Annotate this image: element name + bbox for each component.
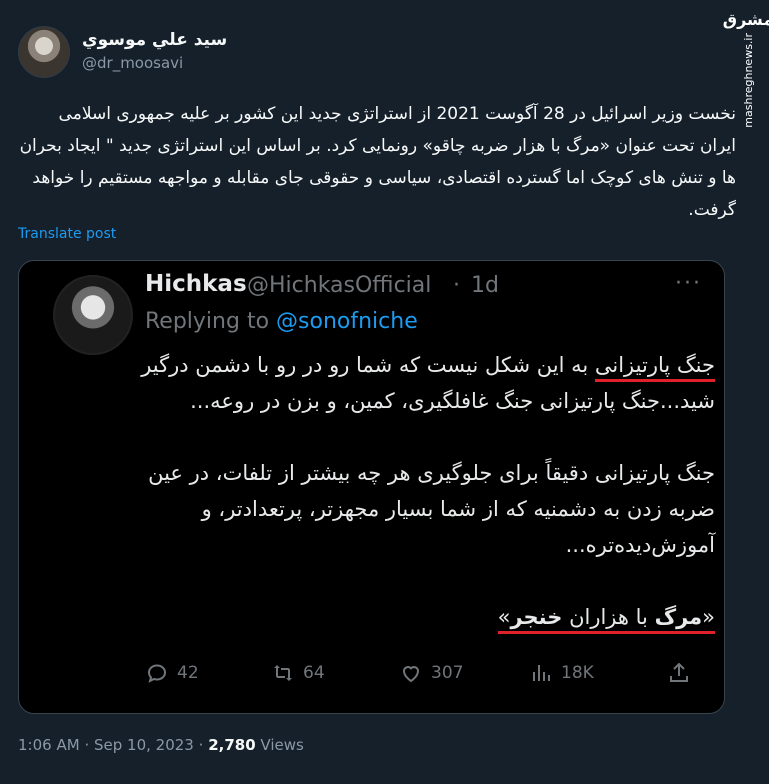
like-button[interactable]: 307 xyxy=(399,661,463,685)
quoted-post-time[interactable]: 1d xyxy=(471,273,499,298)
author-handle[interactable]: @dr_moosavi xyxy=(82,54,183,72)
heart-icon xyxy=(402,666,420,683)
share-button[interactable] xyxy=(667,661,691,685)
repost-icon xyxy=(274,665,292,681)
quoted-post-body: جنگ پارتیزانی به این شکل نیست که شما رو … xyxy=(139,347,715,635)
post-date[interactable]: Sep 10, 2023 xyxy=(94,736,194,754)
quoted-paragraph-1: جنگ پارتیزانی به این شکل نیست که شما رو … xyxy=(139,347,715,419)
underlined-phrase: جنگ پارتیزانی xyxy=(594,353,715,382)
meta-separator: · xyxy=(198,736,204,754)
quoted-closing-line: «مرگ با هزاران خنجر» xyxy=(139,599,715,635)
quoted-tweet-card[interactable]: Hichkas @HichkasOfficial · 1d ··· Replyi… xyxy=(18,260,725,714)
post-time[interactable]: 1:06 AM xyxy=(18,736,80,754)
repost-count: 64 xyxy=(303,663,325,683)
meta-separator: · xyxy=(453,273,460,298)
watermark: مشرق mashreghnews.ir xyxy=(723,10,769,130)
closing-open-quote: « xyxy=(702,605,715,629)
author-avatar[interactable] xyxy=(18,26,70,78)
tweet-text: نخست وزیر اسرائیل در 28 آگوست 2021 از اس… xyxy=(19,104,736,220)
views-count: 18K xyxy=(561,663,594,683)
closing-word-2: خنجر xyxy=(510,605,563,629)
watermark-logo: مشرق xyxy=(722,10,769,29)
post-views-label: Views xyxy=(260,736,304,754)
quoted-paragraph-2: جنگ پارتیزانی دقیقاً برای جلوگیری هر چه … xyxy=(148,461,715,557)
quoted-author-avatar[interactable] xyxy=(53,275,133,355)
closing-close-quote: » xyxy=(497,605,511,629)
translate-post-link[interactable]: Translate post xyxy=(18,226,116,242)
quoted-author-name[interactable]: Hichkas xyxy=(145,271,247,297)
reply-count: 42 xyxy=(177,663,199,683)
author-display-name[interactable]: سيد علي موسوي xyxy=(82,30,227,50)
replying-to-line: Replying to @sonofniche xyxy=(145,309,418,334)
share-icon xyxy=(670,662,688,682)
post-meta: 1:06 AM · Sep 10, 2023 · 2,780 Views xyxy=(18,736,304,754)
replying-to-mention[interactable]: @sonofniche xyxy=(276,309,418,334)
meta-separator: · xyxy=(84,736,90,754)
closing-word-1: مرگ xyxy=(654,605,703,629)
views-button[interactable]: 18K xyxy=(529,661,594,685)
like-count: 307 xyxy=(431,663,464,683)
closing-middle: با هزاران xyxy=(562,605,655,629)
post-views-count: 2,780 xyxy=(208,736,256,754)
more-options-icon[interactable]: ··· xyxy=(675,271,702,296)
reply-icon xyxy=(147,664,167,683)
closing-underlined-phrase: «مرگ با هزاران خنجر» xyxy=(497,605,715,634)
watermark-site: mashreghnews.ir xyxy=(741,33,755,128)
reply-button[interactable]: 42 xyxy=(145,661,199,685)
repost-button[interactable]: 64 xyxy=(271,661,325,685)
analytics-icon xyxy=(533,665,550,681)
quoted-author-handle[interactable]: @HichkasOfficial xyxy=(247,273,431,298)
replying-to-prefix: Replying to xyxy=(145,309,270,334)
quoted-action-bar: 42 64 307 18K xyxy=(19,661,724,697)
